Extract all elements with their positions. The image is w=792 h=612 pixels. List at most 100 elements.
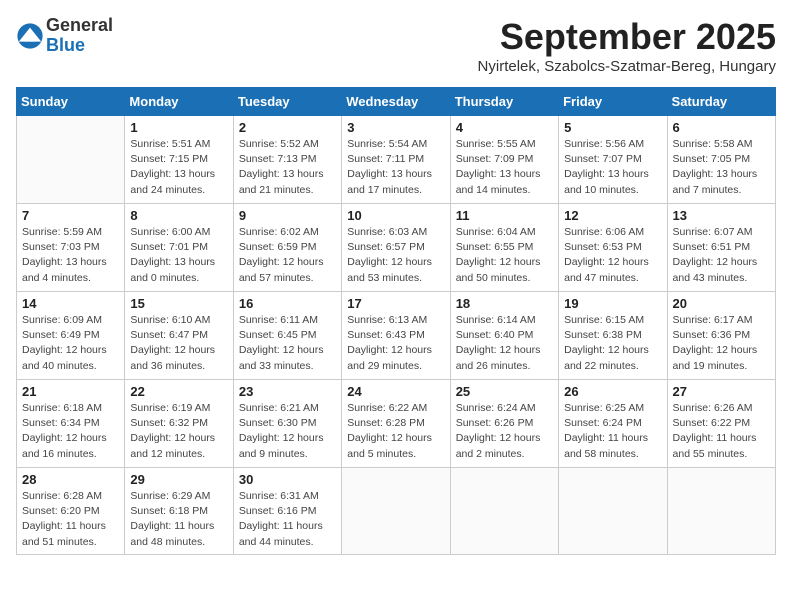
- day-number: 18: [456, 296, 553, 311]
- weekday-header-row: SundayMondayTuesdayWednesdayThursdayFrid…: [17, 88, 776, 116]
- calendar-cell: [450, 468, 558, 555]
- calendar-cell: 4Sunrise: 5:55 AM Sunset: 7:09 PM Daylig…: [450, 116, 558, 204]
- day-info: Sunrise: 6:00 AM Sunset: 7:01 PM Dayligh…: [130, 225, 227, 286]
- calendar-cell: 27 Sunrise: 6:26 AM Sunset: 6:22 PM Dayli…: [667, 380, 775, 468]
- weekday-header-thursday: Thursday: [450, 88, 558, 116]
- calendar-cell: 24Sunrise: 6:22 AM Sunset: 6:28 PM Dayli…: [342, 380, 450, 468]
- month-title: September 2025: [478, 16, 776, 58]
- weekday-header-saturday: Saturday: [667, 88, 775, 116]
- calendar-cell: 26 Sunrise: 6:25 AM Sunset: 6:24 PM Dayli…: [559, 380, 667, 468]
- calendar-cell: 12Sunrise: 6:06 AM Sunset: 6:53 PM Dayli…: [559, 204, 667, 292]
- day-number: 14: [22, 296, 119, 311]
- day-number: 16: [239, 296, 336, 311]
- calendar-cell: 22 Sunrise: 6:19 AM Sunset: 6:32 PM Dayli…: [125, 380, 233, 468]
- day-info: Sunrise: 5:54 AM Sunset: 7:11 PM Dayligh…: [347, 137, 444, 198]
- weekday-header-wednesday: Wednesday: [342, 88, 450, 116]
- calendar-cell: 1 Sunrise: 5:51 AM Sunset: 7:15 PM Daylig…: [125, 116, 233, 204]
- calendar-cell: [342, 468, 450, 555]
- day-info: Sunrise: 6:13 AM Sunset: 6:43 PM Dayligh…: [347, 313, 444, 374]
- day-number: 25: [456, 384, 553, 399]
- day-number: 22: [130, 384, 227, 399]
- day-number: 3: [347, 120, 444, 135]
- day-info: Sunrise: 6:25 AM Sunset: 6:24 PM Dayligh…: [564, 401, 661, 462]
- day-number: 28: [22, 472, 119, 487]
- calendar-cell: 30 Sunrise: 6:31 AM Sunset: 6:16 PM Dayli…: [233, 468, 341, 555]
- location: Nyirtelek, Szabolcs-Szatmar-Bereg, Hunga…: [478, 58, 776, 75]
- day-number: 23: [239, 384, 336, 399]
- day-number: 6: [673, 120, 770, 135]
- week-row-4: 21Sunrise: 6:18 AM Sunset: 6:34 PM Dayli…: [17, 380, 776, 468]
- page-header: General Blue September 2025 Nyirtelek, S…: [16, 16, 776, 75]
- calendar-cell: 16 Sunrise: 6:11 AM Sunset: 6:45 PM Dayli…: [233, 292, 341, 380]
- day-info: Sunrise: 6:24 AM Sunset: 6:26 PM Dayligh…: [456, 401, 553, 462]
- calendar-cell: 6 Sunrise: 5:58 AM Sunset: 7:05 PM Daylig…: [667, 116, 775, 204]
- calendar-cell: 29Sunrise: 6:29 AM Sunset: 6:18 PM Dayli…: [125, 468, 233, 555]
- day-info: Sunrise: 5:51 AM Sunset: 7:15 PM Dayligh…: [130, 137, 227, 198]
- calendar-cell: 21Sunrise: 6:18 AM Sunset: 6:34 PM Dayli…: [17, 380, 125, 468]
- day-number: 8: [130, 208, 227, 223]
- day-info: Sunrise: 6:04 AM Sunset: 6:55 PM Dayligh…: [456, 225, 553, 286]
- calendar-cell: 3 Sunrise: 5:54 AM Sunset: 7:11 PM Daylig…: [342, 116, 450, 204]
- calendar-cell: [667, 468, 775, 555]
- week-row-5: 28 Sunrise: 6:28 AM Sunset: 6:20 PM Dayli…: [17, 468, 776, 555]
- day-number: 26: [564, 384, 661, 399]
- day-number: 5: [564, 120, 661, 135]
- calendar-cell: [559, 468, 667, 555]
- day-number: 30: [239, 472, 336, 487]
- day-number: 1: [130, 120, 227, 135]
- week-row-2: 7Sunrise: 5:59 AM Sunset: 7:03 PM Daylig…: [17, 204, 776, 292]
- day-number: 12: [564, 208, 661, 223]
- day-info: Sunrise: 6:31 AM Sunset: 6:16 PM Dayligh…: [239, 489, 336, 550]
- day-info: Sunrise: 6:10 AM Sunset: 6:47 PM Dayligh…: [130, 313, 227, 374]
- calendar-cell: 20Sunrise: 6:17 AM Sunset: 6:36 PM Dayli…: [667, 292, 775, 380]
- day-info: Sunrise: 6:26 AM Sunset: 6:22 PM Dayligh…: [673, 401, 770, 462]
- day-info: Sunrise: 6:17 AM Sunset: 6:36 PM Dayligh…: [673, 313, 770, 374]
- calendar-cell: 11 Sunrise: 6:04 AM Sunset: 6:55 PM Dayli…: [450, 204, 558, 292]
- calendar-cell: 15Sunrise: 6:10 AM Sunset: 6:47 PM Dayli…: [125, 292, 233, 380]
- calendar-cell: [17, 116, 125, 204]
- calendar-cell: 28 Sunrise: 6:28 AM Sunset: 6:20 PM Dayli…: [17, 468, 125, 555]
- weekday-header-tuesday: Tuesday: [233, 88, 341, 116]
- day-info: Sunrise: 6:14 AM Sunset: 6:40 PM Dayligh…: [456, 313, 553, 374]
- calendar-cell: 5 Sunrise: 5:56 AM Sunset: 7:07 PM Daylig…: [559, 116, 667, 204]
- day-number: 2: [239, 120, 336, 135]
- day-number: 9: [239, 208, 336, 223]
- day-info: Sunrise: 5:58 AM Sunset: 7:05 PM Dayligh…: [673, 137, 770, 198]
- day-number: 4: [456, 120, 553, 135]
- day-number: 27: [673, 384, 770, 399]
- day-number: 10: [347, 208, 444, 223]
- day-number: 29: [130, 472, 227, 487]
- calendar-cell: 8 Sunrise: 6:00 AM Sunset: 7:01 PM Daylig…: [125, 204, 233, 292]
- day-info: Sunrise: 6:07 AM Sunset: 6:51 PM Dayligh…: [673, 225, 770, 286]
- day-info: Sunrise: 5:52 AM Sunset: 7:13 PM Dayligh…: [239, 137, 336, 198]
- day-info: Sunrise: 6:03 AM Sunset: 6:57 PM Dayligh…: [347, 225, 444, 286]
- day-info: Sunrise: 6:18 AM Sunset: 6:34 PM Dayligh…: [22, 401, 119, 462]
- calendar-cell: 19 Sunrise: 6:15 AM Sunset: 6:38 PM Dayli…: [559, 292, 667, 380]
- day-number: 19: [564, 296, 661, 311]
- day-info: Sunrise: 6:22 AM Sunset: 6:28 PM Dayligh…: [347, 401, 444, 462]
- day-info: Sunrise: 6:09 AM Sunset: 6:49 PM Dayligh…: [22, 313, 119, 374]
- calendar-cell: 18 Sunrise: 6:14 AM Sunset: 6:40 PM Dayli…: [450, 292, 558, 380]
- weekday-header-sunday: Sunday: [17, 88, 125, 116]
- calendar-cell: 17 Sunrise: 6:13 AM Sunset: 6:43 PM Dayli…: [342, 292, 450, 380]
- weekday-header-monday: Monday: [125, 88, 233, 116]
- calendar-cell: 10 Sunrise: 6:03 AM Sunset: 6:57 PM Dayli…: [342, 204, 450, 292]
- day-info: Sunrise: 6:15 AM Sunset: 6:38 PM Dayligh…: [564, 313, 661, 374]
- day-number: 11: [456, 208, 553, 223]
- day-info: Sunrise: 5:59 AM Sunset: 7:03 PM Dayligh…: [22, 225, 119, 286]
- calendar-cell: 14 Sunrise: 6:09 AM Sunset: 6:49 PM Dayli…: [17, 292, 125, 380]
- calendar-table: SundayMondayTuesdayWednesdayThursdayFrid…: [16, 87, 776, 555]
- calendar-cell: 13 Sunrise: 6:07 AM Sunset: 6:51 PM Dayli…: [667, 204, 775, 292]
- weekday-header-friday: Friday: [559, 88, 667, 116]
- day-info: Sunrise: 5:56 AM Sunset: 7:07 PM Dayligh…: [564, 137, 661, 198]
- week-row-3: 14 Sunrise: 6:09 AM Sunset: 6:49 PM Dayli…: [17, 292, 776, 380]
- day-number: 13: [673, 208, 770, 223]
- day-info: Sunrise: 6:11 AM Sunset: 6:45 PM Dayligh…: [239, 313, 336, 374]
- day-info: Sunrise: 6:19 AM Sunset: 6:32 PM Dayligh…: [130, 401, 227, 462]
- calendar-cell: 23Sunrise: 6:21 AM Sunset: 6:30 PM Dayli…: [233, 380, 341, 468]
- title-block: September 2025 Nyirtelek, Szabolcs-Szatm…: [478, 16, 776, 75]
- logo: General Blue: [16, 16, 113, 56]
- day-number: 17: [347, 296, 444, 311]
- calendar-cell: 25 Sunrise: 6:24 AM Sunset: 6:26 PM Dayli…: [450, 380, 558, 468]
- day-info: Sunrise: 6:28 AM Sunset: 6:20 PM Dayligh…: [22, 489, 119, 550]
